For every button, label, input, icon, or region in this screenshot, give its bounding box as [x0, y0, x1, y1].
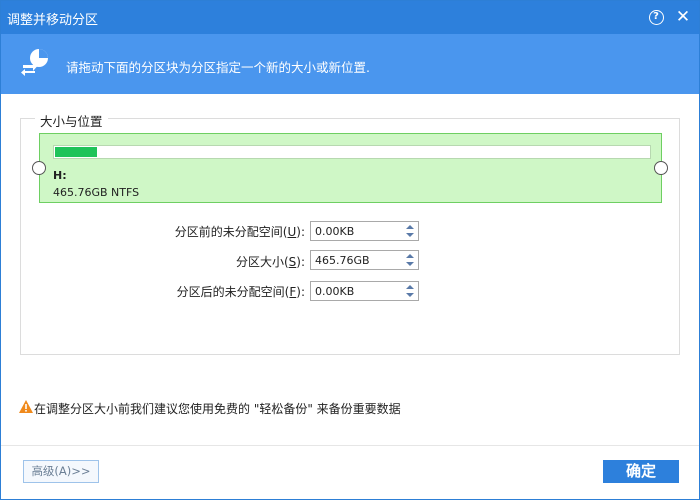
unallocated-before-value[interactable]: 0.00KB: [315, 225, 354, 238]
warning-icon: [19, 400, 33, 413]
partition-block[interactable]: H: 465.76GB NTFS: [39, 133, 662, 203]
footer-divider: [1, 445, 699, 446]
partition-size-value[interactable]: 465.76GB: [315, 254, 370, 267]
banner-instruction: 请拖动下面的分区块为分区指定一个新的大小或新位置.: [66, 60, 370, 75]
stepper-arrows-icon[interactable]: [406, 253, 414, 267]
partition-drive-letter: H:: [53, 169, 67, 182]
header-banner: 请拖动下面的分区块为分区指定一个新的大小或新位置.: [1, 34, 699, 94]
unallocated-after-label: 分区后的未分配空间(F):: [176, 285, 305, 299]
resize-move-partition-dialog: 调整并移动分区 ? ✕ 请拖动下面的分区块为分区指定一个新的大小或新位置. 大小…: [0, 0, 700, 500]
group-legend: 大小与位置: [35, 111, 108, 130]
help-icon: ?: [648, 10, 664, 25]
unallocated-before-stepper[interactable]: 0.00KB: [310, 221, 419, 241]
unallocated-after-stepper[interactable]: 0.00KB: [310, 281, 419, 301]
resize-handle-left[interactable]: [32, 161, 46, 175]
backup-warning-text: 在调整分区大小前我们建议您使用免费的 "轻松备份" 来备份重要数据: [34, 402, 401, 416]
unallocated-after-value[interactable]: 0.00KB: [315, 285, 354, 298]
ok-button[interactable]: 确定: [603, 460, 679, 483]
unallocated-before-label: 分区前的未分配空间(U):: [174, 225, 305, 239]
partition-usage-fill: [55, 147, 97, 157]
partition-size-label: 分区大小(S):: [235, 255, 305, 269]
stepper-arrows-icon[interactable]: [406, 284, 414, 298]
partition-size-fs: 465.76GB NTFS: [53, 186, 140, 199]
partition-size-stepper[interactable]: 465.76GB: [310, 250, 419, 270]
close-button[interactable]: ✕: [673, 7, 693, 27]
help-button[interactable]: ?: [646, 7, 666, 27]
window-title: 调整并移动分区: [7, 13, 99, 28]
advanced-button[interactable]: 高级(A)>>: [23, 460, 99, 483]
partition-move-icon: [21, 49, 48, 76]
stepper-arrows-icon[interactable]: [406, 224, 414, 238]
resize-handle-right[interactable]: [654, 161, 668, 175]
title-bar[interactable]: 调整并移动分区 ? ✕: [1, 1, 699, 34]
partition-usage-bar: [53, 145, 651, 159]
